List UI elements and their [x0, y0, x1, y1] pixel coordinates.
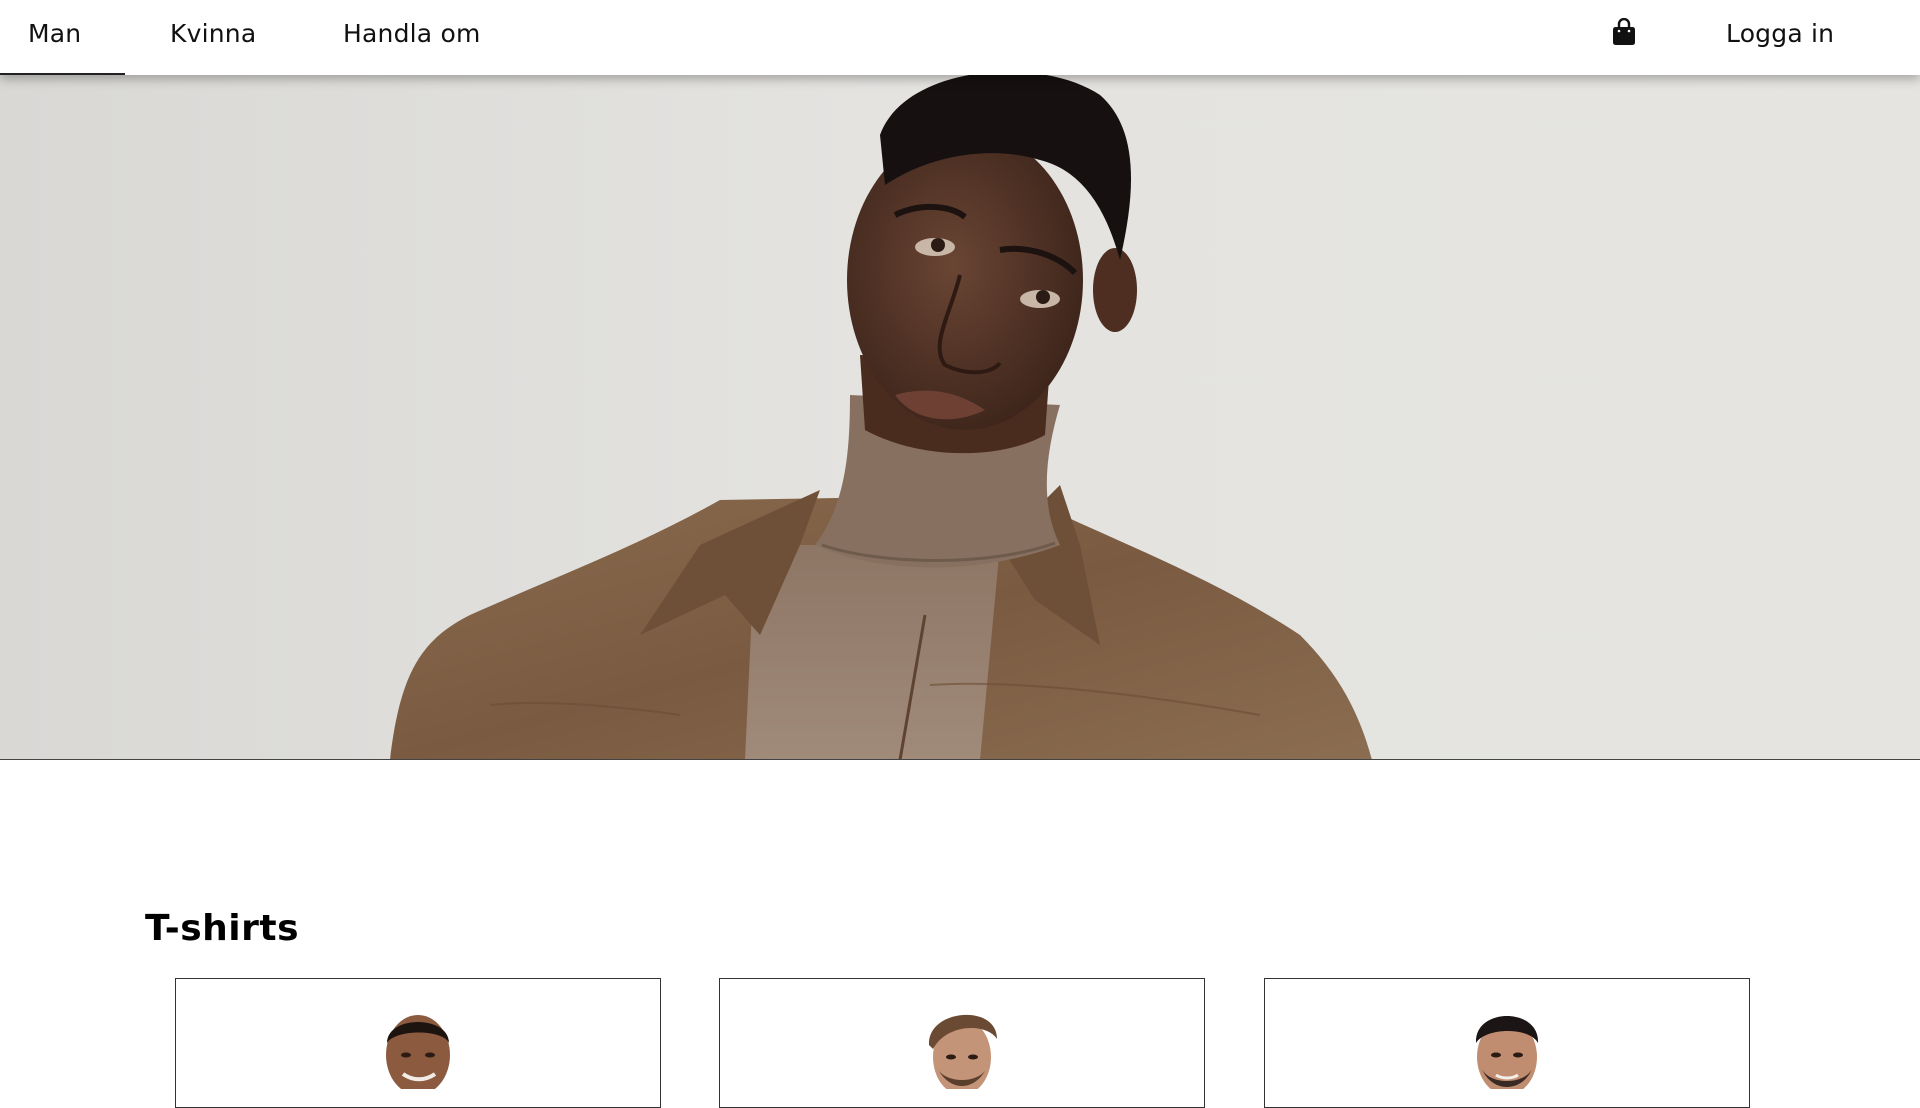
login-link[interactable]: Logga in — [1726, 0, 1834, 75]
nav-link-handla-om[interactable]: Handla om — [343, 0, 481, 75]
hero-banner — [0, 75, 1920, 760]
shopping-bag-icon[interactable] — [1612, 17, 1636, 46]
product-image-portrait — [928, 1014, 997, 1089]
product-image-portrait — [386, 1015, 450, 1089]
section-title-tshirts: T-shirts — [145, 908, 299, 949]
nav-link-man[interactable]: Man — [0, 0, 125, 75]
product-card[interactable] — [719, 978, 1205, 1108]
product-card[interactable] — [175, 978, 661, 1108]
product-image-portrait — [1475, 1016, 1539, 1089]
hero-model-image — [390, 75, 1372, 759]
nav-link-kvinna[interactable]: Kvinna — [170, 0, 256, 75]
product-card[interactable] — [1264, 978, 1750, 1108]
top-navigation: Man Kvinna Handla om Logga in — [0, 0, 1920, 75]
